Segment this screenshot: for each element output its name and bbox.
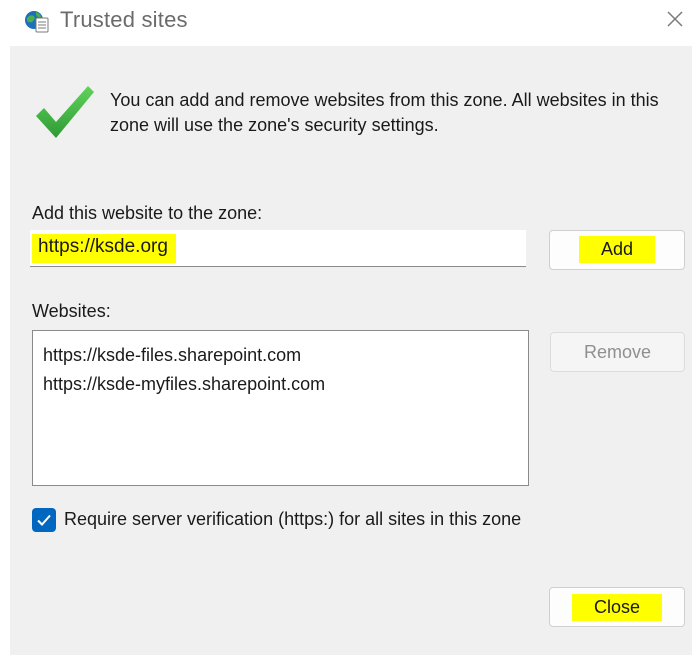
dialog-content: You can add and remove websites from thi… [10,46,692,655]
website-url-value: https://ksde.org [32,234,176,263]
globe-checklist-icon [24,9,50,33]
server-verification-label[interactable]: Require server verification (https:) for… [64,509,521,530]
trusted-sites-dialog: Trusted sites You can add and remove web… [0,0,700,655]
website-url-input[interactable]: https://ksde.org [30,230,526,267]
websites-listbox[interactable]: https://ksde-files.sharepoint.com https:… [32,330,529,486]
checkbox-checked-icon[interactable] [32,508,56,532]
close-button[interactable]: Close [549,587,685,627]
close-button-label: Close [571,594,663,621]
checkmark-icon [30,78,96,144]
websites-label: Websites: [32,301,111,321]
window-title: Trusted sites [60,7,188,32]
list-item[interactable]: https://ksde-myfiles.sharepoint.com [43,370,528,399]
add-website-label: Add this website to the zone: [32,203,263,223]
close-icon[interactable] [662,6,688,32]
title-bar: Trusted sites [0,0,700,46]
remove-button[interactable]: Remove [550,332,685,372]
intro-text: You can add and remove websites from thi… [110,90,659,135]
add-button[interactable]: Add [549,230,685,270]
add-button-label: Add [578,236,656,263]
list-item[interactable]: https://ksde-files.sharepoint.com [43,341,528,370]
